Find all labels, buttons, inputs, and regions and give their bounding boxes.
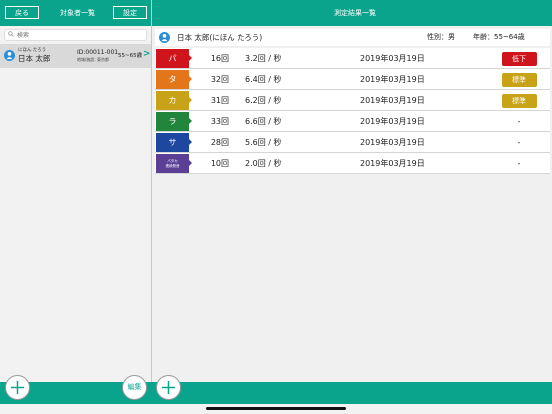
repetition-rate: 5.6回 / 秒 (245, 138, 282, 147)
bottom-bar (0, 382, 552, 404)
tag-pointer (189, 97, 192, 103)
syllable-tag: サ (156, 133, 189, 152)
repetition-rate: 3.2回 / 秒 (245, 54, 282, 63)
subject-id: ID:00011-001 (77, 49, 119, 56)
results-pane: 日本 太郎(にほん たろう) 性別：男 年齢：55~64歳 パ 16回 3.2回… (152, 26, 552, 382)
result-row[interactable]: ラ 33回 6.6回 / 秒 2019年03月19日 - (155, 111, 550, 132)
home-indicator (206, 407, 346, 410)
subject-list-pane: にほん たろう 日本 太郎 ID:00011-001 地域/施設: 東京都 55… (0, 26, 151, 382)
plus-icon (161, 380, 176, 395)
repetition-rate: 6.2回 / 秒 (245, 96, 282, 105)
repetition-count: 28回 (210, 138, 229, 147)
subject-header: 日本 太郎(にほん たろう) 性別：男 年齢：55~64歳 (155, 29, 550, 46)
status-cell: - (517, 138, 521, 147)
result-row[interactable]: パタカ 連続発音 10回 2.0回 / 秒 2019年03月19日 - (155, 153, 550, 174)
add-measurement-button[interactable] (156, 375, 181, 400)
status-cell: 標準 (499, 90, 539, 111)
result-row[interactable]: カ 31回 6.2回 / 秒 2019年03月19日 標準 (155, 90, 550, 111)
status-cell: - (517, 159, 521, 168)
repetition-count: 33回 (210, 117, 229, 126)
subject-age-range: 55~65歳 (118, 53, 143, 59)
results-title: 測定結果一覧 (334, 9, 376, 17)
subject-sex: 性別：男 (427, 33, 455, 41)
measurement-date: 2019年03月19日 (360, 75, 425, 84)
subject-list-title: 対象者一覧 (60, 9, 95, 17)
tag-pointer (189, 76, 192, 82)
tag-pointer (189, 160, 192, 166)
result-row[interactable]: パ 16回 3.2回 / 秒 2019年03月19日 低下 (155, 48, 550, 69)
repetition-count: 32回 (210, 75, 229, 84)
measurement-date: 2019年03月19日 (360, 138, 425, 147)
subject-name: 日本 太郎 (18, 54, 51, 63)
search-icon (8, 31, 14, 37)
repetition-rate: 2.0回 / 秒 (245, 159, 282, 168)
subject-full-name: 日本 太郎(にほん たろう) (177, 33, 263, 42)
status-badge: 標準 (501, 93, 537, 108)
repetition-count: 10回 (210, 159, 229, 168)
measurement-date: 2019年03月19日 (360, 159, 425, 168)
repetition-count: 16回 (210, 54, 229, 63)
tag-pointer (189, 139, 192, 145)
settings-button[interactable]: 設定 (113, 6, 147, 19)
add-subject-button[interactable] (5, 375, 30, 400)
syllable-tag: パタカ 連続発音 (156, 154, 189, 173)
plus-icon (10, 380, 25, 395)
edit-button[interactable]: 編集 (122, 375, 147, 400)
syllable-tag: タ (156, 70, 189, 89)
edit-label: 編集 (127, 383, 142, 391)
subject-age: 年齢：55~64歳 (473, 33, 525, 41)
status-badge: 標準 (501, 72, 537, 87)
repetition-rate: 6.4回 / 秒 (245, 75, 282, 84)
subject-region: 地域/施設: 東京都 (77, 57, 109, 62)
male-person-icon (4, 50, 15, 61)
repetition-count: 31回 (210, 96, 229, 105)
tag-pointer (189, 118, 192, 124)
status-badge: 低下 (501, 51, 537, 66)
search-input[interactable] (17, 30, 145, 40)
measurement-date: 2019年03月19日 (360, 54, 425, 63)
back-button[interactable]: 戻る (5, 6, 39, 19)
syllable-tag: カ (156, 91, 189, 110)
subject-list-item[interactable]: にほん たろう 日本 太郎 ID:00011-001 地域/施設: 東京都 55… (0, 44, 151, 68)
chevron-right-icon: > (143, 49, 151, 59)
tag-pointer (189, 55, 192, 61)
syllable-tag: パ (156, 49, 189, 68)
status-cell: 標準 (499, 69, 539, 90)
results-table: パ 16回 3.2回 / 秒 2019年03月19日 低下 タ 32回 6.4回… (155, 48, 550, 174)
status-cell: - (517, 117, 521, 126)
syllable-tag: ラ (156, 112, 189, 131)
search-box[interactable] (4, 29, 147, 41)
status-cell: 低下 (499, 48, 539, 69)
result-row[interactable]: タ 32回 6.4回 / 秒 2019年03月19日 標準 (155, 69, 550, 90)
measurement-date: 2019年03月19日 (360, 117, 425, 126)
repetition-rate: 6.6回 / 秒 (245, 117, 282, 126)
measurement-date: 2019年03月19日 (360, 96, 425, 105)
result-row[interactable]: サ 28回 5.6回 / 秒 2019年03月19日 - (155, 132, 550, 153)
male-person-icon (159, 32, 170, 43)
